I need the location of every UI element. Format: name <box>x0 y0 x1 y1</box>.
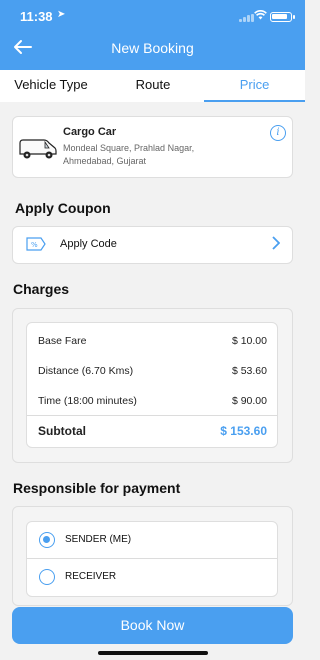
tab-price[interactable]: Price <box>204 70 305 102</box>
vehicle-name: Cargo Car <box>63 126 117 138</box>
radio-selected-icon[interactable] <box>39 532 55 548</box>
coupon-tag-icon: % <box>26 237 46 251</box>
charge-row: Distance (6.70 Kms) $ 53.60 <box>27 356 277 386</box>
book-now-button[interactable]: Book Now <box>12 607 293 644</box>
home-indicator <box>98 651 208 655</box>
apply-coupon-heading: Apply Coupon <box>15 200 111 216</box>
charge-label: Time (18:00 minutes) <box>38 395 137 407</box>
info-icon[interactable]: i <box>270 125 286 141</box>
payment-option-receiver[interactable]: RECEIVER <box>27 559 277 595</box>
subtotal-value: $ 153.60 <box>220 424 267 438</box>
subtotal-row: Subtotal $ 153.60 <box>27 416 277 446</box>
status-bar: 11:38 ➤ <box>0 0 305 32</box>
charge-value: $ 53.60 <box>231 365 267 377</box>
payment-option-sender[interactable]: SENDER (ME) <box>27 522 277 558</box>
signal-icon <box>239 14 255 22</box>
payment-option-label: SENDER (ME) <box>65 534 132 545</box>
apply-code-label: Apply Code <box>60 238 117 250</box>
tab-route[interactable]: Route <box>102 70 204 102</box>
payment-option-label: RECEIVER <box>65 571 117 582</box>
svg-text:%: % <box>31 241 38 249</box>
location-arrow-icon: ➤ <box>57 9 66 20</box>
subtotal-label: Subtotal <box>38 424 86 438</box>
battery-icon <box>270 12 295 22</box>
booking-tabs: Vehicle Type Route Price <box>0 70 305 102</box>
van-icon <box>19 139 57 159</box>
charge-label: Distance (6.70 Kms) <box>38 365 134 377</box>
app-header: 11:38 ➤ New Booking <box>0 0 305 70</box>
charge-row: Base Fare $ 10.00 <box>27 326 277 356</box>
charge-value: $ 10.00 <box>231 335 267 347</box>
status-time: 11:38 <box>20 9 53 24</box>
charge-value: $ 90.00 <box>231 395 267 407</box>
charge-label: Base Fare <box>38 335 87 347</box>
page-title: New Booking <box>111 40 194 56</box>
radio-unselected-icon[interactable] <box>39 569 55 585</box>
charge-row: Time (18:00 minutes) $ 90.00 <box>27 386 277 416</box>
charges-heading: Charges <box>13 281 70 297</box>
tab-vehicle-type[interactable]: Vehicle Type <box>0 70 102 102</box>
chevron-right-icon <box>272 236 281 253</box>
wifi-icon <box>254 10 267 23</box>
payment-heading: Responsible for payment <box>13 480 181 496</box>
apply-code-row[interactable] <box>12 226 293 264</box>
vehicle-address: Mondeal Square, Prahlad Nagar, Ahmedabad… <box>63 143 195 166</box>
